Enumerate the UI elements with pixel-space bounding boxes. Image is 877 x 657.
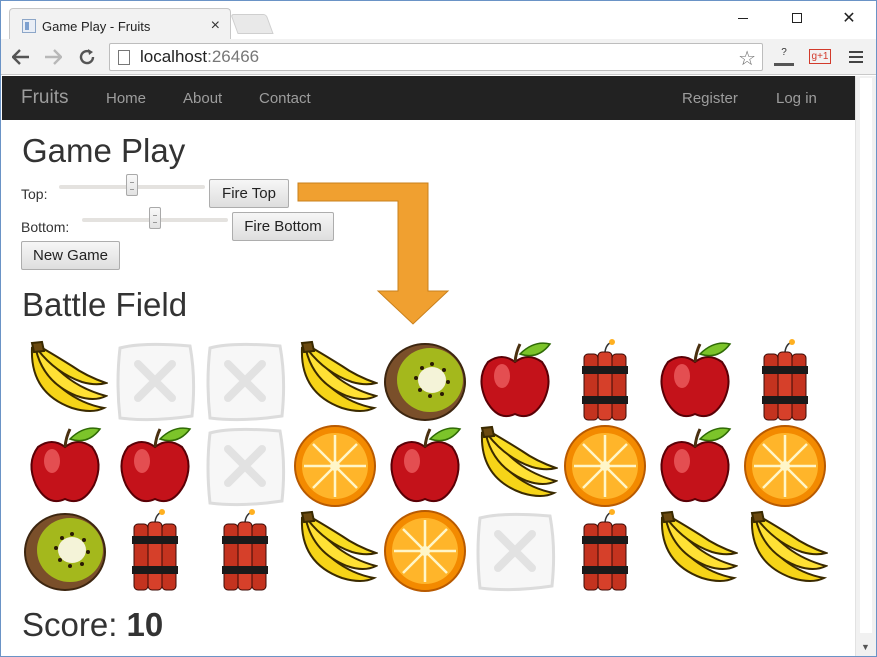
google-plus-one-icon[interactable]: g+1 [809,49,831,64]
fire-top-button[interactable]: Fire Top [209,179,289,208]
orange-icon [292,423,378,509]
banana-icon [472,423,558,509]
empty-cell-icon [112,338,198,424]
top-label: Top: [21,186,48,202]
dynamite-icon [562,508,648,594]
nav-register-link[interactable]: Register [682,90,738,107]
tab-close-icon[interactable]: × [211,17,220,34]
scroll-down-icon[interactable]: ▼ [861,642,870,652]
orange-icon [562,423,648,509]
apple-icon [382,423,468,509]
nav-about-link[interactable]: About [183,90,222,107]
bookmark-star-icon[interactable]: ☆ [738,46,756,71]
battlefield-title: Battle Field [22,286,188,323]
banana-icon [292,508,378,594]
site-navbar: Fruits Home About Contact Register Log i… [2,76,855,120]
page-title: Game Play [22,132,186,169]
apple-icon [112,423,198,509]
page-scrollbar[interactable]: ▼ [855,76,876,656]
back-icon[interactable] [9,45,33,69]
empty-cell-icon [202,338,288,424]
banana-icon [292,338,378,424]
page-icon [118,49,130,65]
bottom-label: Bottom: [21,219,70,235]
empty-cell-icon [202,423,288,509]
orange-icon [742,423,828,509]
banana-icon [742,508,828,594]
kiwi-icon [22,508,108,594]
browser-tab[interactable]: Game Play - Fruits × [9,8,231,39]
fire-direction-arrow-annotation [297,182,450,325]
apple-icon [472,338,558,424]
url-text: localhost:26466 [140,47,260,66]
new-game-button[interactable]: New Game [21,241,120,270]
dynamite-icon [202,508,288,594]
forward-icon[interactable] [41,45,65,69]
address-bar[interactable]: localhost:26466 ☆ [109,43,763,71]
browser-menu-icon[interactable] [849,51,863,66]
score-display: Score: 10 [22,606,163,644]
orange-icon [382,508,468,594]
banana-icon [22,338,108,424]
battlefield-grid [22,338,832,593]
page-viewport: Fruits Home About Contact Register Log i… [2,76,855,656]
apple-icon [652,423,738,509]
dynamite-icon [742,338,828,424]
brand-link[interactable]: Fruits [21,87,69,109]
extension-help-icon[interactable]: ? [774,48,794,66]
browser-window: Game Play - Fruits × ✕ localhost:26466 ☆… [0,0,877,657]
tab-title: Game Play - Fruits [42,18,151,34]
dynamite-icon [112,508,198,594]
score-value: 10 [126,606,164,643]
maximize-button[interactable] [774,5,820,31]
apple-icon [22,423,108,509]
empty-cell-icon [472,508,558,594]
nav-login-link[interactable]: Log in [776,90,817,107]
scrollbar-thumb[interactable] [860,78,872,633]
nav-home-link[interactable]: Home [106,90,146,107]
title-bar: Game Play - Fruits × ✕ [1,1,876,39]
close-window-button[interactable]: ✕ [826,5,872,31]
new-tab-button[interactable] [230,14,274,34]
browser-toolbar: localhost:26466 ☆ ? g+1 [1,39,876,75]
apple-icon [652,338,738,424]
page-favicon-icon [22,19,36,33]
score-label: Score: [22,606,118,643]
bottom-slider-thumb[interactable] [149,207,161,229]
banana-icon [652,508,738,594]
nav-contact-link[interactable]: Contact [259,90,311,107]
top-slider-thumb[interactable] [126,174,138,196]
minimize-button[interactable] [720,5,766,31]
reload-icon[interactable] [75,45,99,69]
dynamite-icon [562,338,648,424]
kiwi-icon [382,338,468,424]
